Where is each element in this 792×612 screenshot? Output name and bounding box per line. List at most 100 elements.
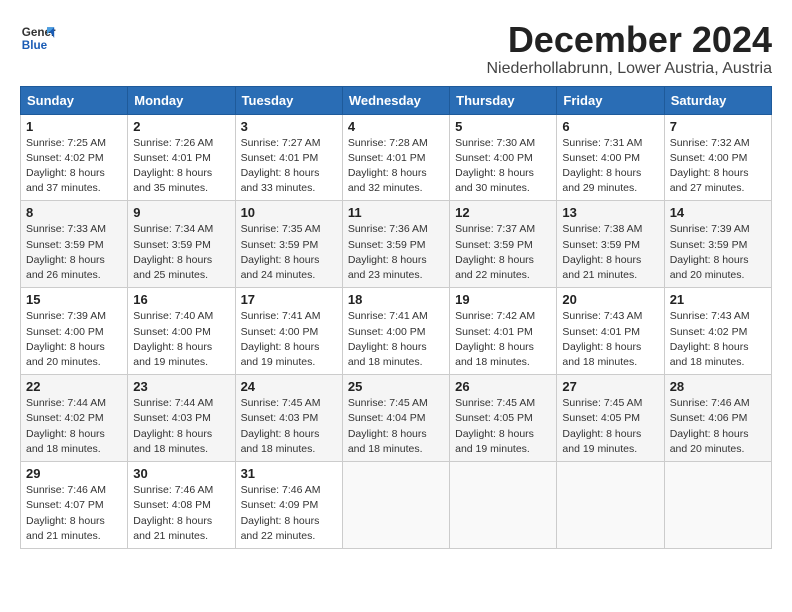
calendar-cell: 17 Sunrise: 7:41 AMSunset: 4:00 PMDaylig…	[235, 288, 342, 375]
day-number: 5	[455, 119, 551, 134]
day-number: 30	[133, 466, 229, 481]
calendar-cell	[450, 462, 557, 549]
day-number: 26	[455, 379, 551, 394]
calendar-cell: 4 Sunrise: 7:28 AMSunset: 4:01 PMDayligh…	[342, 114, 449, 201]
day-info: Sunrise: 7:46 AMSunset: 4:07 PMDaylight:…	[26, 484, 106, 542]
calendar-cell: 5 Sunrise: 7:30 AMSunset: 4:00 PMDayligh…	[450, 114, 557, 201]
day-info: Sunrise: 7:39 AMSunset: 4:00 PMDaylight:…	[26, 310, 106, 368]
day-number: 28	[670, 379, 766, 394]
header-monday: Monday	[128, 86, 235, 114]
day-info: Sunrise: 7:45 AMSunset: 4:04 PMDaylight:…	[348, 397, 428, 455]
day-number: 15	[26, 292, 122, 307]
calendar-cell: 13 Sunrise: 7:38 AMSunset: 3:59 PMDaylig…	[557, 201, 664, 288]
header-sunday: Sunday	[21, 86, 128, 114]
day-info: Sunrise: 7:34 AMSunset: 3:59 PMDaylight:…	[133, 223, 213, 281]
week-row-4: 22 Sunrise: 7:44 AMSunset: 4:02 PMDaylig…	[21, 375, 772, 462]
calendar-cell: 29 Sunrise: 7:46 AMSunset: 4:07 PMDaylig…	[21, 462, 128, 549]
day-info: Sunrise: 7:26 AMSunset: 4:01 PMDaylight:…	[133, 137, 213, 195]
calendar-cell: 10 Sunrise: 7:35 AMSunset: 3:59 PMDaylig…	[235, 201, 342, 288]
calendar-cell: 8 Sunrise: 7:33 AMSunset: 3:59 PMDayligh…	[21, 201, 128, 288]
day-info: Sunrise: 7:37 AMSunset: 3:59 PMDaylight:…	[455, 223, 535, 281]
day-info: Sunrise: 7:38 AMSunset: 3:59 PMDaylight:…	[562, 223, 642, 281]
day-number: 10	[241, 205, 337, 220]
week-row-3: 15 Sunrise: 7:39 AMSunset: 4:00 PMDaylig…	[21, 288, 772, 375]
calendar-cell: 15 Sunrise: 7:39 AMSunset: 4:00 PMDaylig…	[21, 288, 128, 375]
logo: General Blue	[20, 20, 56, 56]
day-info: Sunrise: 7:46 AMSunset: 4:06 PMDaylight:…	[670, 397, 750, 455]
calendar-cell: 1 Sunrise: 7:25 AMSunset: 4:02 PMDayligh…	[21, 114, 128, 201]
calendar-subtitle: Niederhollabrunn, Lower Austria, Austria	[487, 60, 773, 78]
day-number: 29	[26, 466, 122, 481]
calendar-cell: 12 Sunrise: 7:37 AMSunset: 3:59 PMDaylig…	[450, 201, 557, 288]
day-number: 21	[670, 292, 766, 307]
header-tuesday: Tuesday	[235, 86, 342, 114]
day-info: Sunrise: 7:35 AMSunset: 3:59 PMDaylight:…	[241, 223, 321, 281]
week-row-1: 1 Sunrise: 7:25 AMSunset: 4:02 PMDayligh…	[21, 114, 772, 201]
day-info: Sunrise: 7:31 AMSunset: 4:00 PMDaylight:…	[562, 137, 642, 195]
week-row-2: 8 Sunrise: 7:33 AMSunset: 3:59 PMDayligh…	[21, 201, 772, 288]
calendar-cell	[664, 462, 771, 549]
calendar-cell: 22 Sunrise: 7:44 AMSunset: 4:02 PMDaylig…	[21, 375, 128, 462]
calendar-table: SundayMondayTuesdayWednesdayThursdayFrid…	[20, 86, 772, 549]
day-number: 7	[670, 119, 766, 134]
calendar-cell: 31 Sunrise: 7:46 AMSunset: 4:09 PMDaylig…	[235, 462, 342, 549]
calendar-cell: 7 Sunrise: 7:32 AMSunset: 4:00 PMDayligh…	[664, 114, 771, 201]
day-number: 27	[562, 379, 658, 394]
day-info: Sunrise: 7:46 AMSunset: 4:09 PMDaylight:…	[241, 484, 321, 542]
day-info: Sunrise: 7:40 AMSunset: 4:00 PMDaylight:…	[133, 310, 213, 368]
calendar-cell: 3 Sunrise: 7:27 AMSunset: 4:01 PMDayligh…	[235, 114, 342, 201]
day-info: Sunrise: 7:36 AMSunset: 3:59 PMDaylight:…	[348, 223, 428, 281]
day-info: Sunrise: 7:33 AMSunset: 3:59 PMDaylight:…	[26, 223, 106, 281]
day-number: 11	[348, 205, 444, 220]
day-info: Sunrise: 7:45 AMSunset: 4:05 PMDaylight:…	[562, 397, 642, 455]
calendar-cell: 9 Sunrise: 7:34 AMSunset: 3:59 PMDayligh…	[128, 201, 235, 288]
day-number: 8	[26, 205, 122, 220]
calendar-cell: 19 Sunrise: 7:42 AMSunset: 4:01 PMDaylig…	[450, 288, 557, 375]
day-number: 24	[241, 379, 337, 394]
day-info: Sunrise: 7:42 AMSunset: 4:01 PMDaylight:…	[455, 310, 535, 368]
calendar-cell: 20 Sunrise: 7:43 AMSunset: 4:01 PMDaylig…	[557, 288, 664, 375]
day-number: 1	[26, 119, 122, 134]
day-number: 12	[455, 205, 551, 220]
calendar-cell: 24 Sunrise: 7:45 AMSunset: 4:03 PMDaylig…	[235, 375, 342, 462]
day-number: 17	[241, 292, 337, 307]
day-number: 31	[241, 466, 337, 481]
day-number: 9	[133, 205, 229, 220]
day-number: 13	[562, 205, 658, 220]
calendar-cell	[342, 462, 449, 549]
calendar-cell: 27 Sunrise: 7:45 AMSunset: 4:05 PMDaylig…	[557, 375, 664, 462]
title-block: December 2024 Niederhollabrunn, Lower Au…	[487, 20, 773, 78]
day-info: Sunrise: 7:45 AMSunset: 4:05 PMDaylight:…	[455, 397, 535, 455]
day-number: 25	[348, 379, 444, 394]
header-friday: Friday	[557, 86, 664, 114]
svg-text:Blue: Blue	[22, 39, 48, 52]
calendar-cell: 18 Sunrise: 7:41 AMSunset: 4:00 PMDaylig…	[342, 288, 449, 375]
day-info: Sunrise: 7:45 AMSunset: 4:03 PMDaylight:…	[241, 397, 321, 455]
calendar-cell: 25 Sunrise: 7:45 AMSunset: 4:04 PMDaylig…	[342, 375, 449, 462]
header-wednesday: Wednesday	[342, 86, 449, 114]
week-row-5: 29 Sunrise: 7:46 AMSunset: 4:07 PMDaylig…	[21, 462, 772, 549]
calendar-cell	[557, 462, 664, 549]
day-info: Sunrise: 7:39 AMSunset: 3:59 PMDaylight:…	[670, 223, 750, 281]
day-number: 22	[26, 379, 122, 394]
calendar-cell: 6 Sunrise: 7:31 AMSunset: 4:00 PMDayligh…	[557, 114, 664, 201]
day-info: Sunrise: 7:27 AMSunset: 4:01 PMDaylight:…	[241, 137, 321, 195]
calendar-title: December 2024	[487, 20, 773, 60]
day-info: Sunrise: 7:41 AMSunset: 4:00 PMDaylight:…	[348, 310, 428, 368]
day-number: 16	[133, 292, 229, 307]
calendar-cell: 23 Sunrise: 7:44 AMSunset: 4:03 PMDaylig…	[128, 375, 235, 462]
page-header: General Blue December 2024 Niederhollabr…	[20, 20, 772, 78]
calendar-cell: 2 Sunrise: 7:26 AMSunset: 4:01 PMDayligh…	[128, 114, 235, 201]
day-info: Sunrise: 7:28 AMSunset: 4:01 PMDaylight:…	[348, 137, 428, 195]
calendar-cell: 21 Sunrise: 7:43 AMSunset: 4:02 PMDaylig…	[664, 288, 771, 375]
day-info: Sunrise: 7:44 AMSunset: 4:03 PMDaylight:…	[133, 397, 213, 455]
day-info: Sunrise: 7:43 AMSunset: 4:02 PMDaylight:…	[670, 310, 750, 368]
header-row: SundayMondayTuesdayWednesdayThursdayFrid…	[21, 86, 772, 114]
calendar-cell: 26 Sunrise: 7:45 AMSunset: 4:05 PMDaylig…	[450, 375, 557, 462]
calendar-cell: 28 Sunrise: 7:46 AMSunset: 4:06 PMDaylig…	[664, 375, 771, 462]
day-number: 23	[133, 379, 229, 394]
header-thursday: Thursday	[450, 86, 557, 114]
day-number: 2	[133, 119, 229, 134]
day-info: Sunrise: 7:32 AMSunset: 4:00 PMDaylight:…	[670, 137, 750, 195]
day-info: Sunrise: 7:44 AMSunset: 4:02 PMDaylight:…	[26, 397, 106, 455]
